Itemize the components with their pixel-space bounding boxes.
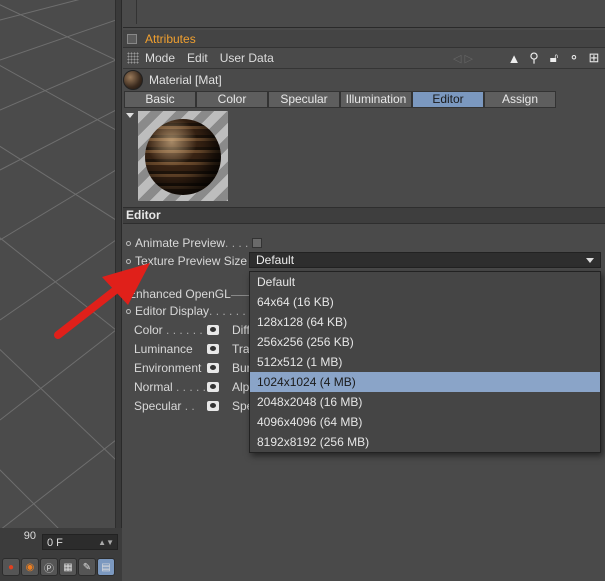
- material-name: Material [Mat]: [149, 73, 222, 87]
- attribute-tabs: Basic Color Specular Illumination Editor…: [123, 91, 605, 108]
- attributes-menu-bar: Mode Edit User Data ◁ ▷ ▲ ⚲ 🔓︎ ⚬ ⊞: [123, 48, 605, 69]
- time-ruler-value: 90: [23, 530, 36, 542]
- annotation-arrow-icon: [54, 263, 150, 339]
- dropdown-option-1024[interactable]: 1024x1024 (4 MB): [250, 372, 600, 392]
- material-thumbnail[interactable]: [123, 70, 143, 90]
- channel-bump-label: Bur: [232, 361, 251, 375]
- menu-user-data[interactable]: User Data: [220, 51, 274, 65]
- tab-specular[interactable]: Specular: [268, 91, 340, 108]
- attributes-title: Attributes: [145, 31, 196, 46]
- eye-icon[interactable]: [207, 363, 219, 373]
- channel-specular-label: Specular . .: [134, 399, 195, 413]
- channel-normal-label: Normal . . . . .: [134, 380, 207, 394]
- dropdown-option-64[interactable]: 64x64 (16 KB): [250, 292, 600, 312]
- tab-assign[interactable]: Assign: [484, 91, 556, 108]
- top-panel-strip: [123, 0, 605, 28]
- animate-preview-checkbox[interactable]: [252, 238, 263, 248]
- material-preview[interactable]: [138, 111, 228, 201]
- section-editor-header: Editor: [123, 207, 605, 224]
- grip-icon[interactable]: [127, 52, 139, 64]
- new-panel-icon[interactable]: ⊞: [587, 50, 601, 66]
- preview-options-icon[interactable]: [126, 113, 134, 118]
- hierarchy-icon[interactable]: ⚬: [567, 50, 581, 66]
- tab-illumination[interactable]: Illumination: [340, 91, 412, 108]
- animate-preview-row: Animate Preview . . . .: [123, 234, 263, 252]
- material-preview-area: [123, 108, 605, 204]
- grid-icon[interactable]: ▦: [59, 558, 77, 576]
- page-icon[interactable]: ▤: [97, 558, 115, 576]
- dropdown-option-2048[interactable]: 2048x2048 (16 MB): [250, 392, 600, 412]
- eye-icon[interactable]: [207, 325, 219, 335]
- record-icon[interactable]: ●: [2, 558, 20, 576]
- texture-preview-select[interactable]: Default: [249, 252, 601, 268]
- key-icon[interactable]: ✎: [78, 558, 96, 576]
- panel-menu-icon[interactable]: [127, 33, 137, 44]
- search-icon[interactable]: ⚲: [527, 50, 541, 66]
- current-frame-value: 0 F: [47, 537, 63, 549]
- timeline-area: 90 0 F ▲▼ ● ◉ Ⓟ ▦ ✎ ▤: [0, 528, 122, 581]
- dropdown-option-512[interactable]: 512x512 (1 MB): [250, 352, 600, 372]
- menu-edit[interactable]: Edit: [187, 51, 208, 65]
- texture-preview-value: Default: [256, 253, 295, 267]
- channel-diffusion-label: Diff: [232, 323, 250, 337]
- keyframe-icon[interactable]: ◉: [21, 558, 39, 576]
- timeline-toolbar: ● ◉ Ⓟ ▦ ✎ ▤: [0, 558, 122, 578]
- dropdown-option-default[interactable]: Default: [250, 272, 600, 292]
- history-arrows-icon[interactable]: ◁ ▷: [453, 52, 473, 65]
- eye-icon[interactable]: [207, 401, 219, 411]
- animate-radio-icon: [126, 240, 131, 246]
- tab-editor[interactable]: Editor: [412, 91, 484, 108]
- tab-color[interactable]: Color: [196, 91, 268, 108]
- material-header: Material [Mat]: [123, 69, 605, 91]
- menu-mode[interactable]: Mode: [145, 51, 175, 65]
- channel-transparency-label: Tra: [232, 342, 250, 356]
- channel-environment-label: Environment: [134, 361, 202, 375]
- arrow-up-icon[interactable]: ▲: [507, 51, 521, 66]
- eye-icon[interactable]: [207, 344, 219, 354]
- attributes-title-bar: Attributes: [123, 30, 605, 48]
- texture-size-dropdown[interactable]: Default 64x64 (16 KB) 128x128 (64 KB) 25…: [249, 271, 601, 453]
- tab-basic[interactable]: Basic: [124, 91, 196, 108]
- lock-icon[interactable]: 🔓︎: [547, 50, 561, 66]
- texture-preview-row: Texture Preview Size Default: [123, 252, 605, 270]
- current-frame-field[interactable]: 0 F ▲▼: [42, 534, 118, 550]
- dropdown-option-4096[interactable]: 4096x4096 (64 MB): [250, 412, 600, 432]
- group-divider: [231, 295, 251, 296]
- chevron-down-icon: [586, 258, 594, 263]
- p-icon[interactable]: Ⓟ: [40, 558, 58, 576]
- dropdown-option-8192[interactable]: 8192x8192 (256 MB): [250, 432, 600, 452]
- channel-alpha-label: Alp: [232, 380, 250, 394]
- animate-preview-label: Animate Preview: [135, 236, 226, 250]
- dropdown-option-256[interactable]: 256x256 (256 KB): [250, 332, 600, 352]
- material-preview-sphere: [145, 119, 221, 195]
- spinner-icon[interactable]: ▲▼: [98, 535, 114, 551]
- eye-icon[interactable]: [207, 382, 219, 392]
- dropdown-option-128[interactable]: 128x128 (64 KB): [250, 312, 600, 332]
